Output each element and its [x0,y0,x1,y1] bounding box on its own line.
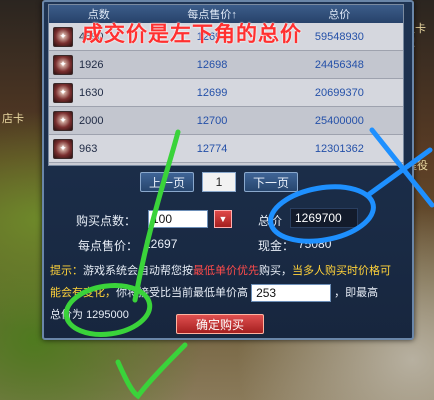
check-mark-annotation [115,129,188,400]
cross-annotation [365,127,434,208]
annotation-layer [63,127,434,400]
annotation-text: 成交价是左下角的总价 [82,23,302,46]
total-circle-annotation [268,184,376,244]
bottom-total-circle-annotation [63,283,153,337]
